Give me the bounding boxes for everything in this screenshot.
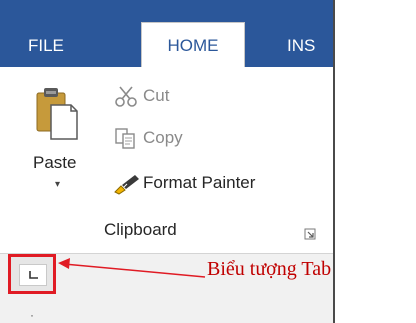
tab-home[interactable]: HOME bbox=[141, 22, 245, 69]
copy-icon bbox=[113, 127, 141, 151]
paintbrush-icon bbox=[113, 172, 141, 196]
clipboard-group-label: Clipboard bbox=[104, 220, 177, 239]
paste-icon[interactable] bbox=[35, 85, 79, 141]
tab-insert[interactable]: INS bbox=[287, 24, 333, 67]
callout-label: Biểu tượng Tab bbox=[207, 258, 332, 280]
tab-selector-button[interactable] bbox=[8, 254, 56, 294]
clipboard-group: Paste ▾ Cut Copy Format Painter Clipboar… bbox=[0, 67, 333, 254]
cut-button[interactable]: Cut bbox=[113, 81, 169, 111]
ribbon-tab-bar: FILE HOME INS bbox=[0, 0, 333, 69]
ruler-tick: · bbox=[30, 308, 34, 322]
paste-dropdown-arrow[interactable]: ▾ bbox=[55, 179, 60, 190]
copy-label: Copy bbox=[143, 128, 183, 147]
format-painter-label: Format Painter bbox=[143, 173, 256, 192]
tab-file[interactable]: FILE bbox=[28, 24, 98, 67]
copy-button[interactable]: Copy bbox=[113, 123, 183, 153]
left-tab-stop-icon bbox=[29, 271, 38, 279]
dialog-launcher-icon[interactable] bbox=[304, 227, 316, 240]
tab-selector-face bbox=[19, 264, 47, 286]
cut-label: Cut bbox=[143, 86, 170, 105]
scissors-icon bbox=[113, 85, 141, 109]
paste-button[interactable]: Paste bbox=[33, 153, 76, 173]
format-painter-button[interactable]: Format Painter bbox=[113, 168, 255, 198]
